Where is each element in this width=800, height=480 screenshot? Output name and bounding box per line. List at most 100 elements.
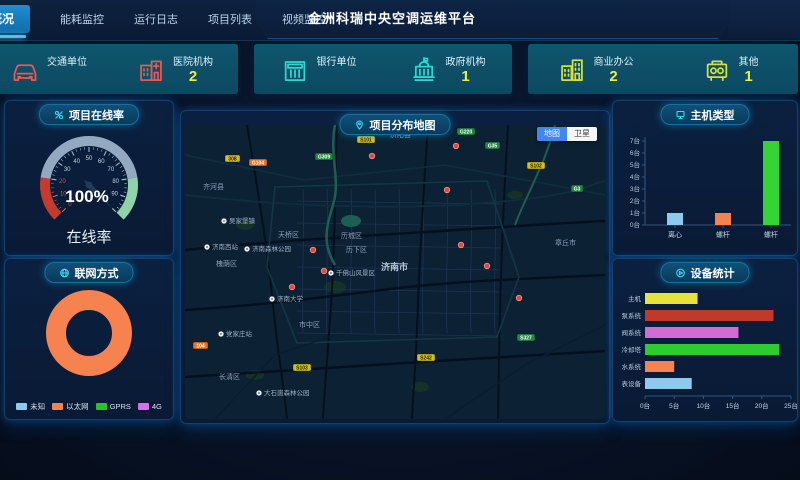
svg-text:螺杆: 螺杆 [764, 230, 778, 239]
map-area-label: 市中区 [299, 320, 320, 329]
svg-text:308: 308 [228, 156, 237, 162]
top-navigation-bar: 概况能耗监控运行日志项目列表视频监控 金洲科瑞中央空调运维平台 [0, 0, 800, 41]
legend-item[interactable]: GPRS [96, 401, 131, 412]
gauge-caption: 在线率 [5, 226, 173, 247]
svg-text:4台: 4台 [630, 172, 640, 181]
legend-label: 4G [152, 402, 162, 411]
svg-text:6台: 6台 [630, 148, 640, 157]
svg-text:25台: 25台 [784, 401, 797, 410]
topbar-decor [728, 0, 800, 39]
legend-item[interactable]: 未知 [16, 401, 45, 412]
stat-group: 医院机构2 [112, 44, 238, 94]
map-road-shield: S327 [517, 334, 535, 341]
stat-group: 政府机构1 [383, 44, 512, 94]
network-type-panel: 联网方式 未知 以太网 GPRS 4G [4, 258, 174, 420]
online-rate-header: 项目在线率 [39, 104, 139, 125]
nav-tab-3[interactable]: 项目列表 [208, 0, 252, 40]
svg-text:0台: 0台 [640, 401, 650, 410]
stat-value: 1 [744, 68, 752, 85]
svg-text:20台: 20台 [755, 401, 769, 410]
network-type-header: 联网方式 [45, 262, 134, 283]
map-project-marker[interactable] [458, 242, 464, 248]
stat-label: 银行单位 [317, 53, 357, 68]
map-road-shield: S103 [293, 364, 311, 371]
svg-text:S101: S101 [360, 137, 372, 143]
map-pin-icon [355, 120, 365, 130]
svg-text:80: 80 [112, 179, 119, 185]
hospital-icon [137, 55, 165, 83]
svg-text:1台: 1台 [630, 208, 640, 217]
svg-text:泵系统: 泵系统 [622, 311, 642, 320]
svg-text:S327: S327 [520, 335, 532, 341]
project-distribution-map[interactable]: G220S101G35308G104G309S102G3S327S242S103… [185, 125, 605, 419]
legend-swatch [52, 403, 63, 410]
svg-text:水系统: 水系统 [622, 362, 642, 371]
nav-tabs: 概况能耗监控运行日志项目列表视频监控 [0, 0, 326, 40]
stats-icon [676, 268, 686, 278]
chart-bar [645, 378, 692, 389]
legend-item[interactable]: 4G [138, 401, 162, 412]
map-project-marker[interactable] [289, 284, 295, 290]
map-area-label: 天桥区 [278, 230, 299, 239]
stat-label: 其他 [739, 53, 759, 68]
satellite-mode-button[interactable]: 卫星 [567, 127, 597, 141]
stat-label: 政府机构 [446, 53, 486, 68]
page-title: 金洲科瑞中央空调运维平台 [308, 0, 476, 37]
nav-tab-1[interactable]: 能耗监控 [60, 0, 104, 40]
map-project-marker[interactable] [444, 187, 450, 193]
map-road-shield: G104 [249, 159, 267, 166]
machine-icon [703, 55, 731, 83]
svg-text:3台: 3台 [630, 184, 640, 193]
svg-text:G104: G104 [252, 160, 264, 166]
map-road-shield: S242 [417, 354, 435, 361]
stat-group: 交通单位 [0, 44, 112, 94]
map-project-marker[interactable] [516, 295, 522, 301]
chart-bar [645, 310, 773, 321]
device-stats-title: 设备统计 [691, 265, 735, 281]
svg-text:40: 40 [73, 159, 80, 165]
device-stats-chart: 主机泵系统阀系统冷却塔水系统表设备0台5台10台15台20台25台 [613, 277, 797, 417]
svg-text:104: 104 [196, 343, 205, 349]
map-road-shield: G220 [457, 128, 475, 135]
map-panel: 项目分布地图 G220S101G35308G104G309S102G3S327S… [180, 110, 610, 424]
stat-label: 交通单位 [47, 53, 87, 68]
map-header: 项目分布地图 [340, 114, 451, 135]
car-icon [11, 55, 39, 83]
chart-bar [645, 293, 698, 304]
legend-item[interactable]: 以太网 [52, 401, 89, 412]
stat-value: 2 [189, 68, 197, 85]
svg-text:15台: 15台 [726, 401, 740, 410]
nav-tab-0[interactable]: 概况 [0, 5, 30, 33]
map-mode-button[interactable]: 地图 [537, 127, 567, 141]
chart-bar [763, 141, 779, 225]
map-project-marker[interactable] [484, 263, 490, 269]
map-poi-label: 济南森林公园 [244, 244, 291, 253]
legend-label: 未知 [30, 401, 45, 412]
government-icon [410, 55, 438, 83]
map-poi-label: 大石崮森林公园 [256, 388, 309, 397]
map-project-marker[interactable] [453, 143, 459, 149]
host-icon [676, 110, 686, 120]
svg-text:2台: 2台 [630, 196, 640, 205]
network-donut-chart [14, 281, 164, 389]
nav-tab-2[interactable]: 运行日志 [134, 0, 178, 40]
online-rate-title: 项目在线率 [69, 107, 124, 123]
stat-label: 医院机构 [173, 53, 213, 68]
gauge-value: 100% [65, 187, 108, 206]
svg-text:G35: G35 [488, 143, 498, 149]
svg-text:S102: S102 [530, 163, 542, 169]
device-stats-panel: 设备统计 主机泵系统阀系统冷却塔水系统表设备0台5台10台15台20台25台 [612, 258, 798, 422]
map-project-marker[interactable] [321, 268, 327, 274]
map-road-shield: G35 [485, 142, 500, 149]
percent-icon [54, 110, 64, 120]
device-stats-header: 设备统计 [661, 262, 750, 283]
svg-text:S103: S103 [296, 365, 308, 371]
legend-label: 以太网 [66, 401, 89, 412]
map-project-marker[interactable] [369, 153, 375, 159]
stat-group: 银行单位 [254, 44, 383, 94]
online-rate-gauge: 0102030405060708090100% [9, 123, 169, 239]
stats-card-0: 交通单位 医院机构2 [0, 44, 238, 94]
svg-text:主机: 主机 [628, 294, 642, 303]
svg-text:7台: 7台 [630, 136, 640, 145]
map-project-marker[interactable] [310, 247, 316, 253]
